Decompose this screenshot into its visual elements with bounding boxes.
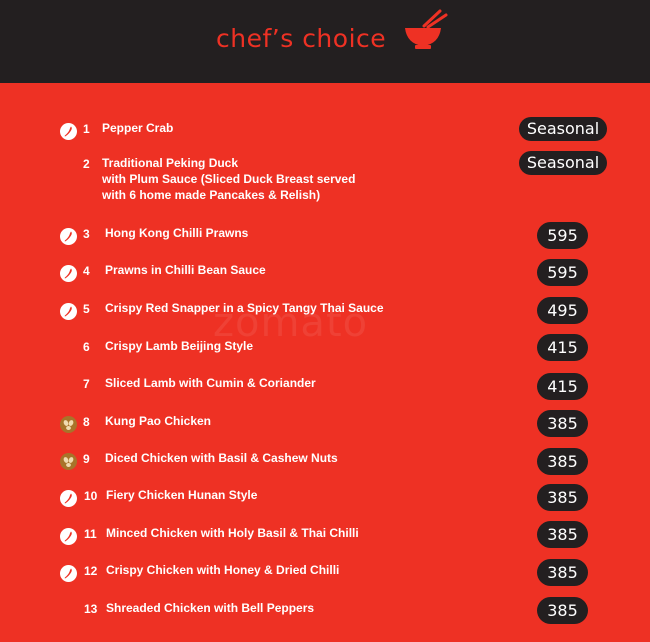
- item-number: 3: [83, 227, 90, 241]
- item-name-line: Prawns in Chilli Bean Sauce: [105, 263, 266, 277]
- item-number: 6: [83, 340, 90, 354]
- item-number: 5: [83, 302, 90, 316]
- item-name: Minced Chicken with Holy Basil & Thai Ch…: [106, 525, 359, 541]
- item-name: Hong Kong Chilli Prawns: [105, 225, 248, 241]
- spicy-chilli-icon: [60, 528, 77, 545]
- item-name: Kung Pao Chicken: [105, 413, 211, 429]
- spicy-chilli-icon: [60, 123, 77, 140]
- item-number: 4: [83, 264, 90, 278]
- item-name: Traditional Peking Duck with Plum Sauce (…: [102, 155, 355, 203]
- item-name-line: Fiery Chicken Hunan Style: [106, 488, 258, 502]
- price-badge: 415: [537, 373, 588, 400]
- item-name: Sliced Lamb with Cumin & Coriander: [105, 375, 316, 391]
- price-badge: 385: [537, 484, 588, 511]
- item-name-line: Hong Kong Chilli Prawns: [105, 226, 249, 240]
- price-badge: 385: [537, 448, 588, 475]
- item-number: 12: [84, 564, 98, 578]
- price-badge: 595: [537, 222, 588, 249]
- item-name-line: with Plum Sauce (Sliced Duck Breast serv…: [102, 172, 356, 186]
- item-name-line: Crispy Lamb Beijing Style: [105, 339, 254, 353]
- item-name-line: Crispy Chicken with Honey & Dried Chilli: [106, 563, 340, 577]
- item-name-line: with 6 home made Pancakes & Relish): [102, 188, 321, 202]
- item-name: Crispy Red Snapper in a Spicy Tangy Thai…: [105, 300, 384, 316]
- price-badge: Seasonal: [519, 117, 607, 141]
- item-name-line: Minced Chicken with Holy Basil & Thai Ch…: [106, 526, 359, 540]
- item-name: Pepper Crab: [102, 120, 173, 136]
- item-name: Diced Chicken with Basil & Cashew Nuts: [105, 450, 338, 466]
- item-name-line: Shreaded Chicken with Bell Peppers: [106, 601, 315, 615]
- item-name: Crispy Lamb Beijing Style: [105, 338, 253, 354]
- spicy-chilli-icon: [60, 565, 77, 582]
- price-badge: Seasonal: [519, 151, 607, 175]
- item-name-line: Diced Chicken with Basil & Cashew Nuts: [105, 451, 338, 465]
- spicy-chilli-icon: [60, 303, 77, 320]
- nut-icon: [60, 453, 77, 470]
- menu-list: 1 Pepper Crab Seasonal 2 Traditional Peking …: [0, 0, 650, 642]
- price-badge: 385: [537, 559, 588, 586]
- item-number: 1: [83, 122, 90, 136]
- item-number: 9: [83, 452, 90, 466]
- price-badge: 415: [537, 334, 588, 361]
- nut-icon: [60, 416, 77, 433]
- item-name-line: Kung Pao Chicken: [105, 414, 212, 428]
- item-name: Prawns in Chilli Bean Sauce: [105, 262, 266, 278]
- price-badge: 385: [537, 597, 588, 624]
- item-number: 13: [84, 602, 98, 616]
- item-name-line: Crispy Red Snapper in a Spicy Tangy Thai…: [105, 301, 384, 315]
- item-number: 11: [84, 527, 97, 541]
- price-badge: 595: [537, 259, 588, 286]
- spicy-chilli-icon: [60, 490, 77, 507]
- item-name: Shreaded Chicken with Bell Peppers: [106, 600, 314, 616]
- item-name: Crispy Chicken with Honey & Dried Chilli: [106, 562, 339, 578]
- spicy-chilli-icon: [60, 228, 77, 245]
- item-number: 10: [84, 489, 98, 503]
- item-name-line: Pepper Crab: [102, 121, 174, 135]
- price-badge: 385: [537, 521, 588, 548]
- item-name: Fiery Chicken Hunan Style: [106, 487, 257, 503]
- item-name-line: Sliced Lamb with Cumin & Coriander: [105, 376, 316, 390]
- item-number: 7: [83, 377, 90, 391]
- spicy-chilli-icon: [60, 265, 77, 282]
- item-number: 8: [83, 415, 90, 429]
- item-name-line: Traditional Peking Duck: [102, 156, 239, 170]
- item-number: 2: [83, 157, 90, 171]
- price-badge: 385: [537, 410, 588, 437]
- price-badge: 495: [537, 297, 588, 324]
